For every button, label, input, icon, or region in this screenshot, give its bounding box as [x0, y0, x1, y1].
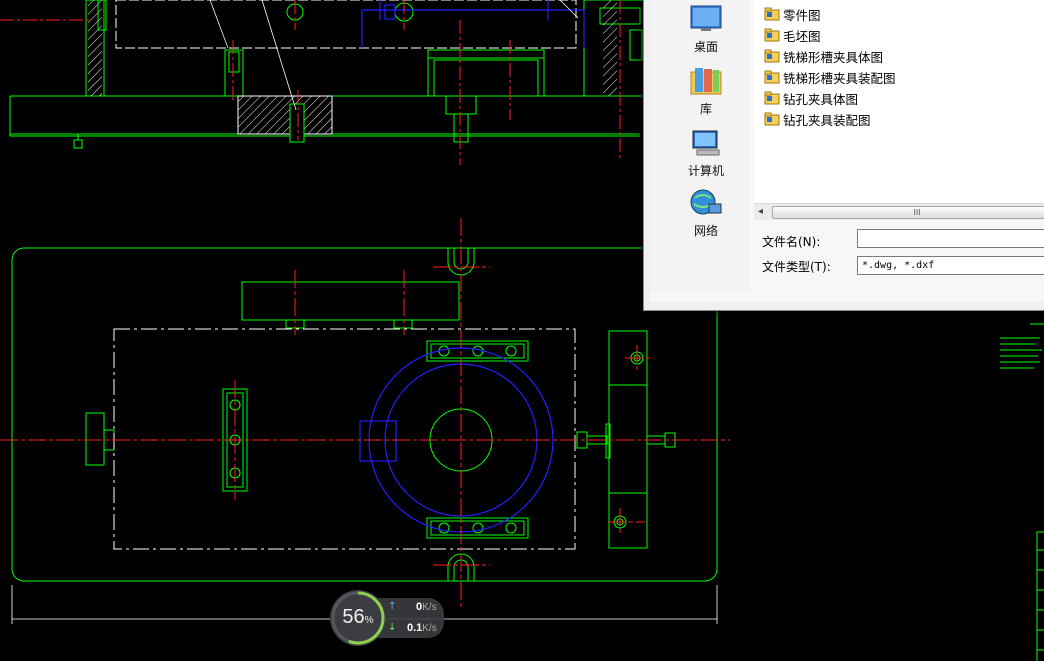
place-label: 网络 [693, 224, 718, 238]
file-item[interactable]: 钻孔夹具体图 [764, 89, 858, 107]
file-name: 零件图 [783, 7, 821, 23]
plan-view-center-lines [0, 218, 730, 610]
place-computer[interactable]: 计算机 [658, 128, 754, 179]
front-view [9, 0, 645, 149]
dwg-file-icon [764, 70, 780, 84]
scrollbar-thumb[interactable]: III [772, 206, 1044, 219]
dwg-file-icon [764, 49, 780, 63]
library-icon [690, 68, 722, 95]
place-network[interactable]: 网络 [658, 188, 754, 239]
filename-label: 文件名(N): [762, 235, 821, 249]
file-list-horizontal-scrollbar[interactable]: ◂ III [754, 203, 1044, 220]
dialog-body: 桌面 库 计算机 网络 零件图 毛坯图 铣梯形槽夹具体图 铣梯形槽夹具装配图 钻… [650, 0, 1044, 302]
usage-percent-sign: % [364, 615, 374, 626]
computer-icon [692, 130, 720, 156]
upload-unit: K/s [422, 602, 437, 613]
file-name: 钻孔夹具装配图 [783, 112, 871, 128]
filetype-select[interactable]: *.dwg, *.dxf [857, 256, 1044, 275]
file-item[interactable]: 铣梯形槽夹具装配图 [764, 68, 896, 86]
file-item[interactable]: 钻孔夹具装配图 [764, 110, 871, 128]
download-arrow-icon: ↓ [388, 622, 397, 633]
file-item[interactable]: 零件图 [764, 5, 821, 23]
scroll-left-arrow-icon[interactable]: ◂ [758, 206, 763, 217]
upload-rate: 0K/s [416, 601, 437, 613]
dwg-file-icon [764, 112, 780, 126]
download-unit: K/s [422, 623, 437, 634]
network-speed-widget[interactable]: 56% ↑ 0K/s ↓ 0.1K/s [330, 590, 446, 646]
filetype-label: 文件类型(T): [762, 260, 831, 274]
place-desktop[interactable]: 桌面 [658, 4, 754, 55]
file-list[interactable]: 零件图 毛坯图 铣梯形槽夹具体图 铣梯形槽夹具装配图 钻孔夹具体图 钻孔夹具装配… [754, 0, 1044, 218]
desktop-icon [690, 5, 722, 31]
place-label: 库 [699, 102, 712, 116]
plan-view [11, 247, 718, 582]
dwg-file-icon [764, 28, 780, 42]
title-block-edge [1036, 531, 1044, 661]
file-name: 钻孔夹具体图 [783, 91, 859, 107]
usage-percent-value: 56 [342, 606, 365, 628]
technical-notes-block [1000, 323, 1044, 369]
upload-arrow-icon: ↑ [388, 601, 397, 612]
file-name: 铣梯形槽夹具装配图 [783, 70, 896, 86]
filename-input[interactable] [857, 229, 1044, 248]
plan-view-workpiece-outline [113, 328, 576, 550]
leader-lines [209, 0, 579, 111]
dwg-file-icon [764, 91, 780, 105]
dwg-file-icon [764, 7, 780, 21]
usage-percent: 56% [330, 606, 386, 629]
file-open-dialog[interactable]: 桌面 库 计算机 网络 零件图 毛坯图 铣梯形槽夹具体图 铣梯形槽夹具装配图 钻… [643, 0, 1044, 311]
file-item[interactable]: 铣梯形槽夹具体图 [764, 47, 883, 65]
file-item[interactable]: 毛坯图 [764, 26, 821, 44]
place-label: 桌面 [693, 40, 718, 54]
download-value: 0.1 [407, 622, 423, 634]
file-name: 毛坯图 [783, 28, 821, 44]
file-name: 铣梯形槽夹具体图 [783, 49, 884, 65]
places-bar: 桌面 库 计算机 网络 [650, 0, 750, 292]
place-label: 计算机 [687, 164, 724, 178]
place-library[interactable]: 库 [658, 66, 754, 117]
usage-gauge: 56% [330, 590, 386, 646]
download-rate: 0.1K/s [407, 622, 437, 634]
front-view-hidden-lines [361, 0, 585, 48]
network-icon [690, 189, 722, 215]
